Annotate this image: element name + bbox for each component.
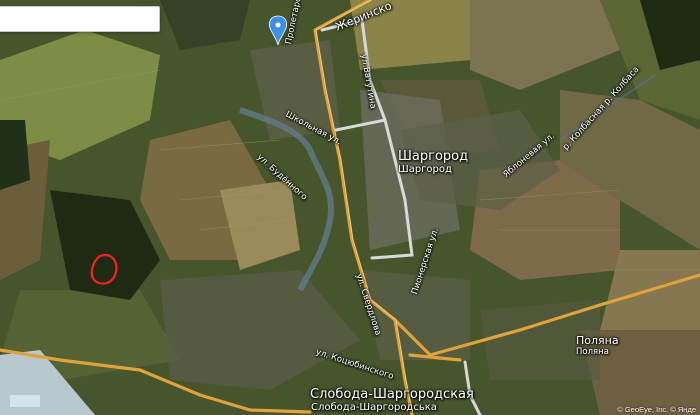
- city-sublabel-shargorod: Шаргород: [398, 164, 452, 175]
- village-sublabel-polyana: Поляна: [576, 347, 609, 357]
- city-sublabel-sloboda: Слобода-Шаргородська: [311, 402, 437, 413]
- search-input[interactable]: [0, 6, 160, 32]
- city-label-sloboda: Слобода-Шаргородская: [310, 387, 474, 402]
- map-attribution: © GeoEye, Inc. © Янде: [617, 405, 696, 414]
- city-label-shargorod: Шаргород: [398, 149, 469, 164]
- village-label-polyana: Поляна: [576, 334, 619, 347]
